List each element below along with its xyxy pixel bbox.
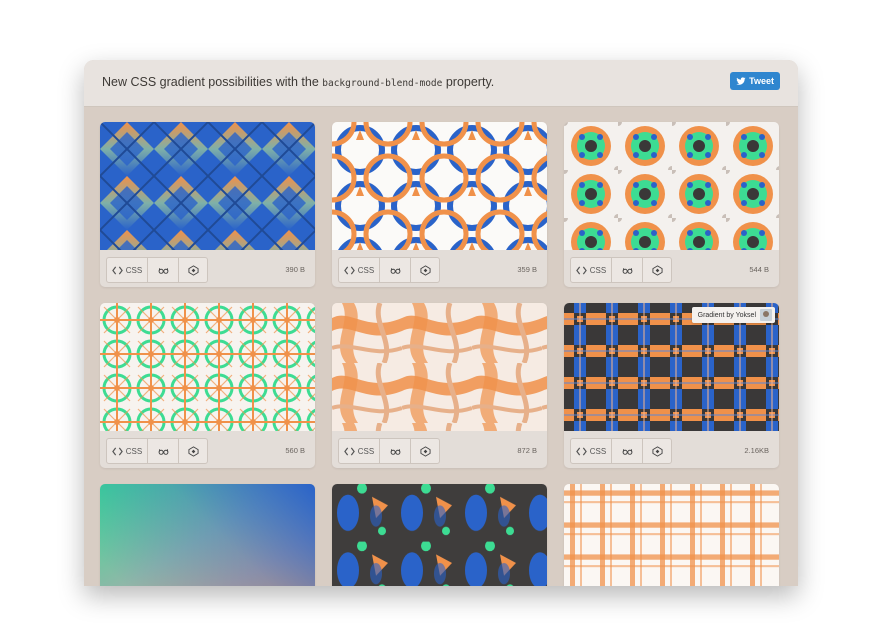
card-actions: CSS — [570, 257, 672, 283]
codepen-button[interactable] — [643, 258, 671, 282]
code-brackets-icon — [343, 265, 355, 276]
glasses-icon — [622, 446, 633, 457]
code-brackets-icon — [111, 265, 123, 276]
css-button[interactable]: CSS — [339, 258, 380, 282]
file-size: 359 B — [517, 265, 537, 274]
css-label: CSS — [125, 265, 143, 275]
gradient-preview[interactable] — [332, 122, 547, 250]
css-button[interactable]: CSS — [571, 439, 612, 463]
gradient-preview[interactable] — [564, 484, 779, 586]
gradient-card: CSS 544 B — [564, 122, 779, 287]
title-text-start: New CSS gradient possibilities with the — [102, 75, 323, 89]
css-label: CSS — [125, 446, 143, 456]
codepen-icon — [187, 264, 199, 276]
gradient-preview[interactable] — [332, 484, 547, 586]
gradient-card: CSS 359 B — [332, 122, 547, 287]
card-toolbar: CSS 2.16KB — [564, 431, 779, 468]
gradient-preview[interactable] — [564, 122, 779, 250]
file-size: 390 B — [285, 265, 305, 274]
view-button[interactable] — [380, 439, 411, 463]
css-button[interactable]: CSS — [107, 258, 148, 282]
css-button[interactable]: CSS — [107, 439, 148, 463]
gradient-card: CSS 872 B — [332, 303, 547, 468]
card-toolbar: CSS 560 B — [100, 431, 315, 468]
gradient-grid: CSS 390 B CSS 359 B CSS 544 B CSS 560 B … — [100, 122, 780, 586]
file-size: 544 B — [749, 265, 769, 274]
view-button[interactable] — [380, 258, 411, 282]
file-size: 560 B — [285, 446, 305, 455]
code-brackets-icon — [575, 446, 587, 457]
tweet-button[interactable]: Tweet — [730, 72, 780, 90]
codepen-button[interactable] — [411, 258, 439, 282]
codepen-icon — [651, 264, 663, 276]
gradient-card: CSS 560 B — [100, 303, 315, 468]
page-title: New CSS gradient possibilities with the … — [102, 75, 494, 89]
card-actions: CSS — [106, 438, 208, 464]
gradient-preview[interactable] — [100, 484, 315, 586]
app-window: New CSS gradient possibilities with the … — [84, 60, 798, 586]
avatar — [760, 309, 772, 321]
card-toolbar: CSS 390 B — [100, 250, 315, 287]
glasses-icon — [158, 446, 169, 457]
code-brackets-icon — [343, 446, 355, 457]
card-actions: CSS — [338, 438, 440, 464]
gradient-card — [100, 484, 315, 586]
page-header: New CSS gradient possibilities with the … — [84, 60, 798, 107]
view-button[interactable] — [148, 258, 179, 282]
css-button[interactable]: CSS — [339, 439, 380, 463]
codepen-button[interactable] — [179, 258, 207, 282]
css-label: CSS — [589, 446, 607, 456]
gradient-card — [332, 484, 547, 586]
codepen-icon — [419, 264, 431, 276]
gradient-preview[interactable] — [100, 303, 315, 431]
file-size: 872 B — [517, 446, 537, 455]
file-size: 2.16KB — [744, 446, 769, 455]
codepen-icon — [187, 445, 199, 457]
card-toolbar: CSS 872 B — [332, 431, 547, 468]
gradient-preview[interactable]: Gradient by Yoksel — [564, 303, 779, 431]
gradient-card: Gradient by Yoksel CSS 2.16KB — [564, 303, 779, 468]
twitter-bird-icon — [736, 76, 746, 86]
code-brackets-icon — [575, 265, 587, 276]
card-actions: CSS — [570, 438, 672, 464]
view-button[interactable] — [612, 258, 643, 282]
title-code: background-blend-mode — [322, 78, 443, 89]
css-label: CSS — [589, 265, 607, 275]
css-label: CSS — [357, 265, 375, 275]
card-toolbar: CSS 359 B — [332, 250, 547, 287]
gradient-preview[interactable] — [100, 122, 315, 250]
tweet-label: Tweet — [749, 76, 774, 86]
card-actions: CSS — [338, 257, 440, 283]
glasses-icon — [390, 265, 401, 276]
css-button[interactable]: CSS — [571, 258, 612, 282]
title-text-end: property. — [442, 75, 495, 89]
glasses-icon — [158, 265, 169, 276]
author-credit[interactable]: Gradient by Yoksel — [691, 307, 775, 323]
gradient-preview[interactable] — [332, 303, 547, 431]
codepen-icon — [651, 445, 663, 457]
glasses-icon — [622, 265, 633, 276]
view-button[interactable] — [148, 439, 179, 463]
gradient-card: CSS 390 B — [100, 122, 315, 287]
card-toolbar: CSS 544 B — [564, 250, 779, 287]
codepen-button[interactable] — [179, 439, 207, 463]
code-brackets-icon — [111, 446, 123, 457]
card-actions: CSS — [106, 257, 208, 283]
view-button[interactable] — [612, 439, 643, 463]
gradient-card — [564, 484, 779, 586]
glasses-icon — [390, 446, 401, 457]
codepen-icon — [419, 445, 431, 457]
css-label: CSS — [357, 446, 375, 456]
codepen-button[interactable] — [643, 439, 671, 463]
codepen-button[interactable] — [411, 439, 439, 463]
credit-text: Gradient by Yoksel — [697, 311, 756, 319]
